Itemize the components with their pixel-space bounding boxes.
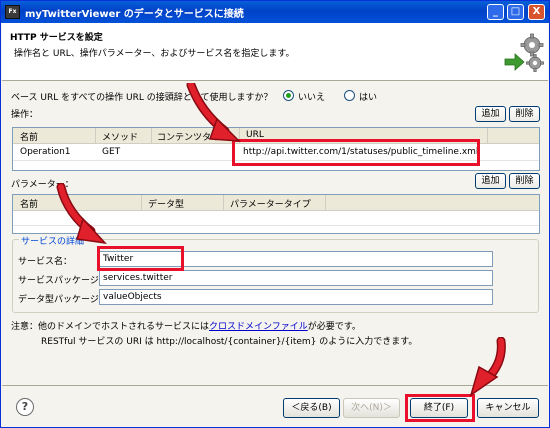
- row-divider: [13, 160, 539, 161]
- window-title: myTwitterViewer のデータとサービスに接続: [25, 9, 244, 20]
- note-suffix: が必要です。: [307, 322, 361, 332]
- service-package-label: サービスパッケージ：: [18, 276, 108, 286]
- col-name[interactable]: 名前: [20, 130, 38, 143]
- col-divider: [95, 128, 96, 144]
- delete-parameter-button[interactable]: 削除: [509, 173, 540, 189]
- operations-table: 名前 メソッド コンテンツタイプ URL Operation1 GET http…: [12, 127, 540, 171]
- gear-icon: [504, 33, 544, 72]
- arrow-to-finish-icon: [469, 337, 506, 397]
- param-col-name[interactable]: 名前: [20, 197, 38, 210]
- service-name-label: サービス名：: [18, 257, 73, 267]
- finish-button[interactable]: 終了(F): [410, 398, 468, 418]
- note-line-2: RESTful サービスの URI は http://localhost/{co…: [41, 337, 418, 347]
- page-description: 操作名と URL、操作パラメーター、およびサービス名を指定します。: [14, 49, 295, 59]
- service-name-input[interactable]: Twitter: [99, 251, 493, 267]
- help-icon[interactable]: ?: [16, 398, 34, 416]
- add-parameter-button[interactable]: 追加: [475, 173, 506, 189]
- next-button[interactable]: 次へ(N)＞: [343, 398, 400, 418]
- back-button[interactable]: ＜戻る(B): [283, 398, 340, 418]
- note-line-1: 注意：他のドメインでホストされるサービスにはクロスドメインファイルが必要です。: [11, 319, 361, 332]
- minimize-button[interactable]: _: [487, 4, 504, 20]
- col-method[interactable]: メソッド: [102, 130, 138, 143]
- maximize-button[interactable]: □: [507, 4, 524, 20]
- radio-yes[interactable]: [344, 90, 355, 101]
- operations-label: 操作：: [11, 110, 39, 120]
- flex-app-icon: Fx: [5, 5, 20, 19]
- add-operation-button[interactable]: 追加: [475, 106, 506, 122]
- arrow-to-url-icon: [186, 83, 241, 142]
- data-type-package-label: データ型パッケージ：: [18, 295, 108, 305]
- page-title: HTTP サービスを設定: [10, 33, 103, 43]
- title-bar: Fx myTwitterViewer のデータとサービスに接続 _ □ X: [1, 1, 549, 23]
- arrow-to-service-name-icon: [56, 183, 107, 245]
- operations-table-header: 名前 メソッド コンテンツタイプ URL: [13, 128, 539, 144]
- radio-no[interactable]: [283, 90, 294, 101]
- delete-operation-button[interactable]: 削除: [509, 106, 540, 122]
- radio-yes-label: はい: [359, 93, 378, 103]
- note-prefix: 注意：他のドメインでホストされるサービスには: [11, 322, 210, 332]
- col-divider: [223, 195, 224, 211]
- param-col-parameter-type[interactable]: パラメータータイプ: [230, 197, 311, 210]
- col-divider: [325, 195, 326, 211]
- cancel-button[interactable]: キャンセル: [477, 398, 539, 418]
- wizard-header: HTTP サービスを設定 操作名と URL、操作パラメーター、およびサービス名を…: [2, 23, 548, 81]
- col-divider: [151, 128, 152, 144]
- data-type-package-input[interactable]: valueObjects: [99, 289, 493, 305]
- param-col-data-type[interactable]: データ型: [148, 197, 184, 210]
- radio-no-label: いいえ: [298, 93, 326, 103]
- service-package-input[interactable]: services.twitter: [99, 270, 493, 286]
- close-button[interactable]: X: [528, 4, 545, 20]
- operation-method-cell[interactable]: GET: [102, 147, 120, 157]
- dialog-window: Fx myTwitterViewer のデータとサービスに接続 _ □ X HT…: [0, 0, 550, 428]
- col-url[interactable]: URL: [246, 130, 264, 140]
- operation-url-cell[interactable]: http://api.twitter.com/1/statuses/public…: [243, 147, 478, 157]
- operation-name-cell[interactable]: Operation1: [20, 147, 71, 157]
- cross-domain-link[interactable]: クロスドメインファイル: [209, 322, 308, 332]
- col-divider: [487, 128, 488, 144]
- col-divider: [141, 195, 142, 211]
